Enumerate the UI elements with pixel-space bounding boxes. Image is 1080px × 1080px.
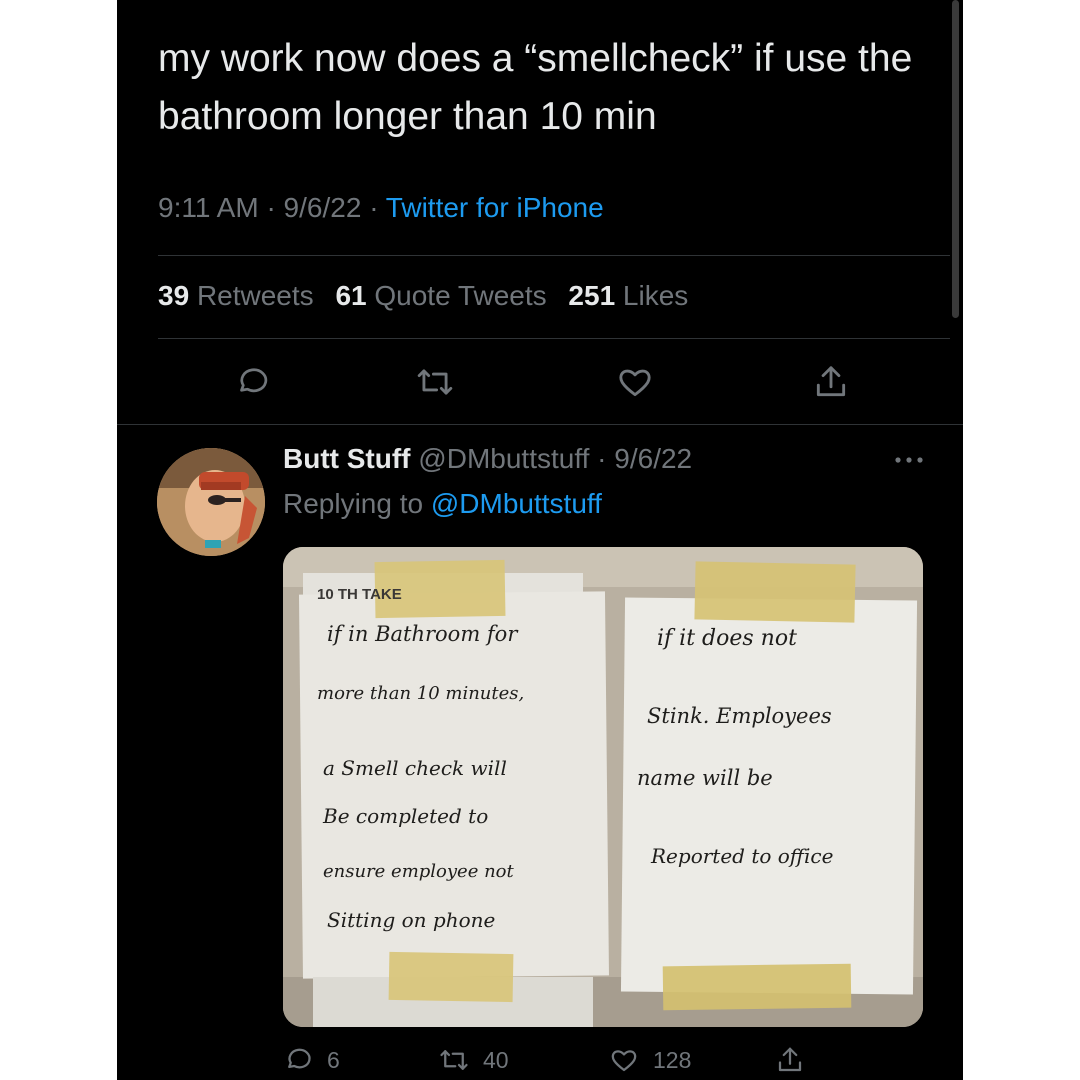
more-icon <box>895 457 923 463</box>
reply-reply-button[interactable]: 6 <box>283 1040 340 1080</box>
likes-stat[interactable]: 251 Likes <box>568 280 688 311</box>
quotes-label: Quote Tweets <box>374 280 547 311</box>
replying-handle-link[interactable]: @DMbuttstuff <box>431 488 602 519</box>
scrollbar[interactable] <box>952 0 959 318</box>
twitter-screen: my work now does a “smellcheck” if use t… <box>117 0 963 1080</box>
right-note-line: name will be <box>637 766 773 790</box>
tweet-text: my work now does a “smellcheck” if use t… <box>158 37 913 138</box>
like-button[interactable] <box>613 360 657 404</box>
retweets-stat[interactable]: 39 Retweets <box>158 280 314 311</box>
likes-label: Likes <box>622 280 689 311</box>
likes-count: 251 <box>568 280 616 311</box>
retweets-count: 39 <box>158 280 190 311</box>
left-note-header: 10 TH TAKE <box>317 586 402 603</box>
tweet-source-link[interactable]: Twitter for iPhone <box>386 192 604 223</box>
left-note-line: if in Bathroom for <box>327 622 519 646</box>
reply-icon <box>288 1048 311 1069</box>
left-note-line: Be completed to <box>322 804 488 828</box>
photo-image: 10 TH TAKE if in Bathroom for more than … <box>283 547 923 1027</box>
quotes-stat[interactable]: 61 Quote Tweets <box>335 280 546 311</box>
reply-author-handle[interactable]: @DMbuttstuff <box>418 443 589 474</box>
tweet-action-bar <box>117 360 963 410</box>
share-icon <box>778 1047 802 1072</box>
reply-icon <box>240 368 268 393</box>
more-button[interactable] <box>889 448 929 472</box>
reply-like-button[interactable]: 128 <box>609 1040 691 1080</box>
left-note-line: a Smell check will <box>323 756 507 780</box>
reply-share-button[interactable] <box>775 1040 805 1080</box>
reply-header: Butt Stuff @DMbuttstuff · 9/6/22 <box>283 443 692 475</box>
right-note-line: Reported to office <box>650 844 833 868</box>
reply-likes-count: 128 <box>653 1046 692 1073</box>
quotes-count: 61 <box>335 280 367 311</box>
left-note-line: ensure employee not <box>323 861 515 882</box>
like-icon <box>619 369 651 397</box>
tweet-meta: 9:11 AM · 9/6/22 · Twitter for iPhone <box>158 192 604 224</box>
reply-author-name[interactable]: Butt Stuff <box>283 443 411 474</box>
share-button[interactable] <box>809 360 853 404</box>
reply-button[interactable] <box>230 360 274 404</box>
avatar-image <box>157 448 265 556</box>
retweet-icon <box>440 1050 468 1070</box>
right-note-line: Stink. Employees <box>647 704 832 728</box>
divider <box>158 338 950 339</box>
divider <box>117 424 963 425</box>
reply-retweets-count: 40 <box>483 1046 509 1073</box>
left-note-line: more than 10 minutes, <box>317 683 524 704</box>
retweets-label: Retweets <box>196 280 314 311</box>
reply-date[interactable]: 9/6/22 <box>614 443 692 474</box>
retweet-button[interactable] <box>413 360 457 404</box>
like-icon <box>611 1050 637 1072</box>
replying-to: Replying to @DMbuttstuff <box>283 488 602 520</box>
replying-label: Replying to <box>283 488 424 519</box>
tweet-time: 9:11 AM <box>158 192 259 223</box>
avatar[interactable] <box>157 448 265 556</box>
meta-separator: · <box>266 192 284 223</box>
meta-separator: · <box>369 192 386 223</box>
share-icon <box>816 366 846 397</box>
tweet-date: 9/6/22 <box>283 192 362 223</box>
tweet-stats: 39 Retweets 61 Quote Tweets 251 Likes <box>158 280 688 312</box>
meta-separator: · <box>589 443 615 474</box>
reply-action-bar: 6 40 128 <box>117 1040 963 1080</box>
right-note-line: if it does not <box>657 626 797 651</box>
left-note-line: Sitting on phone <box>327 908 495 932</box>
reply-photo[interactable]: 10 TH TAKE if in Bathroom for more than … <box>283 547 923 1027</box>
retweet-icon <box>417 369 453 395</box>
reply-replies-count: 6 <box>327 1046 340 1073</box>
divider <box>158 255 950 256</box>
reply-retweet-button[interactable]: 40 <box>439 1040 509 1080</box>
